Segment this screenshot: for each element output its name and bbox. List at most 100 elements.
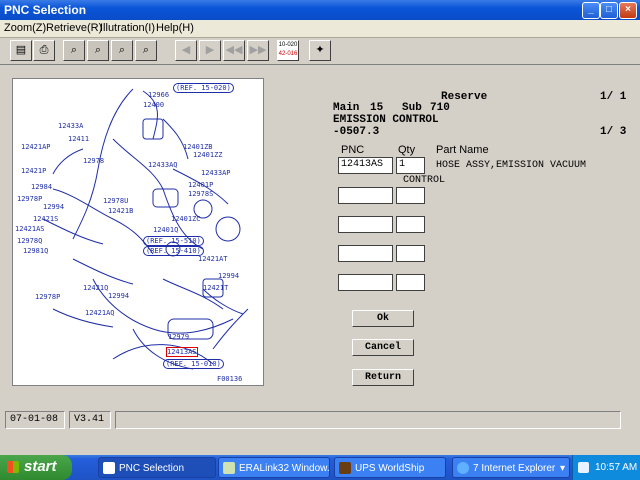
flashlight-icon[interactable]: ✦ <box>309 40 331 61</box>
pnc-field[interactable] <box>338 216 393 233</box>
start-label: start <box>24 458 57 475</box>
prev-page-icon[interactable]: ◀ <box>175 40 197 61</box>
ups-icon <box>339 462 351 474</box>
part-label[interactable]: 12411 <box>68 135 89 143</box>
print-icon[interactable]: ▤ <box>10 40 32 61</box>
part-label[interactable]: 12421Q <box>83 284 108 292</box>
zoom-fit-icon[interactable]: ⌕ <box>111 40 133 61</box>
window-title: PNC Selection <box>4 3 87 17</box>
start-button[interactable]: start <box>0 455 72 480</box>
menu-retrieve[interactable]: Retrieve(R) <box>46 22 102 34</box>
return-button[interactable]: Return <box>352 369 414 386</box>
qty-header: Qty <box>398 144 416 156</box>
first-page-icon[interactable]: ◀◀ <box>223 40 245 61</box>
part-label[interactable]: 12966 <box>148 91 169 99</box>
zoom-area-icon[interactable]: ⌕ <box>135 40 157 61</box>
pnc-field[interactable] <box>338 187 393 204</box>
part-label[interactable]: 12433AP <box>201 169 231 177</box>
status-message <box>115 411 621 429</box>
clock[interactable]: 10:57 AM <box>595 455 637 480</box>
zoom-in-icon[interactable]: ⌕ <box>63 40 85 61</box>
part-label[interactable]: 12981Q <box>23 247 48 255</box>
part-label[interactable]: 12978S <box>188 190 213 198</box>
part-label[interactable]: 12978P <box>17 195 42 203</box>
part-label[interactable]: 12421AS <box>15 225 45 233</box>
parts-diagram[interactable]: 12966 12400 (REF. 15-020) 12433A 12411 1… <box>12 78 264 386</box>
status-date: 07-01-08 <box>5 411 65 429</box>
part-label-highlighted[interactable]: 12413AS <box>166 347 198 357</box>
maximize-button[interactable]: □ <box>600 2 618 19</box>
part-label[interactable]: 12978Q <box>17 237 42 245</box>
qty-field[interactable] <box>396 245 425 262</box>
figure-id: F00136 <box>217 375 243 383</box>
pnc-field[interactable]: 12413AS <box>338 157 393 174</box>
menu-help[interactable]: Help(H) <box>156 22 194 34</box>
part-label[interactable]: 12401ZZ <box>193 151 223 159</box>
minimize-button[interactable]: _ <box>582 2 600 19</box>
taskbar-item-ups-worldship[interactable]: UPS WorldShip <box>334 457 446 478</box>
next-page-icon[interactable]: ▶ <box>199 40 221 61</box>
pnc-field[interactable] <box>338 245 393 262</box>
pnc-field[interactable] <box>338 274 393 291</box>
close-button[interactable]: × <box>619 2 637 19</box>
page-counter[interactable]: 10-020 42-016 <box>277 40 299 61</box>
qty-field[interactable] <box>396 187 425 204</box>
taskbar: start PNC Selection ERALink32 Window... … <box>0 455 640 480</box>
part-label[interactable]: 12994 <box>43 203 64 211</box>
part-label[interactable]: 12421B <box>108 207 133 215</box>
part-label[interactable]: 12994 <box>218 272 239 280</box>
page-indicator-bottom: 1/ 3 <box>600 126 627 138</box>
part-label[interactable]: 12400 <box>143 101 164 109</box>
part-label[interactable]: 12984 <box>31 183 52 191</box>
qty-field[interactable] <box>396 216 425 233</box>
part-label[interactable]: 12401Q <box>153 226 178 234</box>
zoom-out-icon[interactable]: ⌕ <box>87 40 109 61</box>
part-label[interactable]: 12421AQ <box>85 309 115 317</box>
ref-label[interactable]: (REF. 15-010) <box>163 359 224 369</box>
sub-label: Sub <box>402 102 422 114</box>
task-label: UPS WorldShip <box>355 463 425 474</box>
printer-icon[interactable]: ⎙ <box>33 40 55 61</box>
taskbar-item-internet-explorer[interactable]: 7 Internet Explorer ▾ <box>452 457 570 478</box>
task-label: ERALink32 Window... <box>239 463 330 474</box>
ok-button[interactable]: Ok <box>352 310 414 327</box>
ref-label[interactable]: (REF. 15-410) <box>143 246 204 256</box>
part-label[interactable]: 12421S <box>33 215 58 223</box>
part-label[interactable]: 12433A <box>58 122 83 130</box>
title-bar: PNC Selection _ □ × <box>0 0 640 20</box>
taskbar-item-pnc-selection[interactable]: PNC Selection <box>98 457 216 478</box>
cancel-button[interactable]: Cancel <box>352 339 414 356</box>
part-label[interactable]: 12978P <box>35 293 60 301</box>
part-label[interactable]: 12433AQ <box>148 161 178 169</box>
status-bar: 07-01-08 V3.41 <box>0 405 640 433</box>
part-label[interactable]: 12401ZB <box>183 143 213 151</box>
qty-field[interactable]: 1 <box>396 157 425 174</box>
pnc-header: PNC <box>341 144 365 156</box>
task-label: PNC Selection <box>119 463 185 474</box>
part-name-line2: CONTROL <box>403 175 446 186</box>
qty-field[interactable] <box>396 274 425 291</box>
group-code: -0507.3 <box>333 126 380 138</box>
taskbar-item-eralink[interactable]: ERALink32 Window... <box>218 457 330 478</box>
part-label[interactable]: 12401P <box>188 181 213 189</box>
ref-label[interactable]: (REF. 15-510) <box>143 236 204 246</box>
part-label[interactable]: 12978U <box>103 197 128 205</box>
windows-flag-icon <box>7 461 19 473</box>
part-label[interactable]: 12421T <box>203 284 228 292</box>
content-area: 12966 12400 (REF. 15-020) 12433A 12411 1… <box>0 65 640 405</box>
part-label[interactable]: 12979 <box>168 333 189 341</box>
part-label[interactable]: 12421AP <box>21 143 51 151</box>
part-label[interactable]: 12421AT <box>198 255 228 263</box>
diagram-drawing <box>42 88 249 370</box>
part-label[interactable]: 12421P <box>21 167 46 175</box>
ref-label[interactable]: (REF. 15-020) <box>173 83 234 93</box>
menu-zoom[interactable]: Zoom(Z) <box>4 22 46 34</box>
main-label: Main <box>333 102 360 114</box>
last-page-icon[interactable]: ▶▶ <box>247 40 269 61</box>
menu-illustration[interactable]: Illutration(I) <box>100 22 155 34</box>
part-label[interactable]: 12994 <box>108 292 129 300</box>
group-name: EMISSION CONTROL <box>333 114 439 126</box>
part-label[interactable]: 12401ZC <box>171 215 201 223</box>
network-icon[interactable] <box>578 462 589 473</box>
part-label[interactable]: 12978 <box>83 157 104 165</box>
